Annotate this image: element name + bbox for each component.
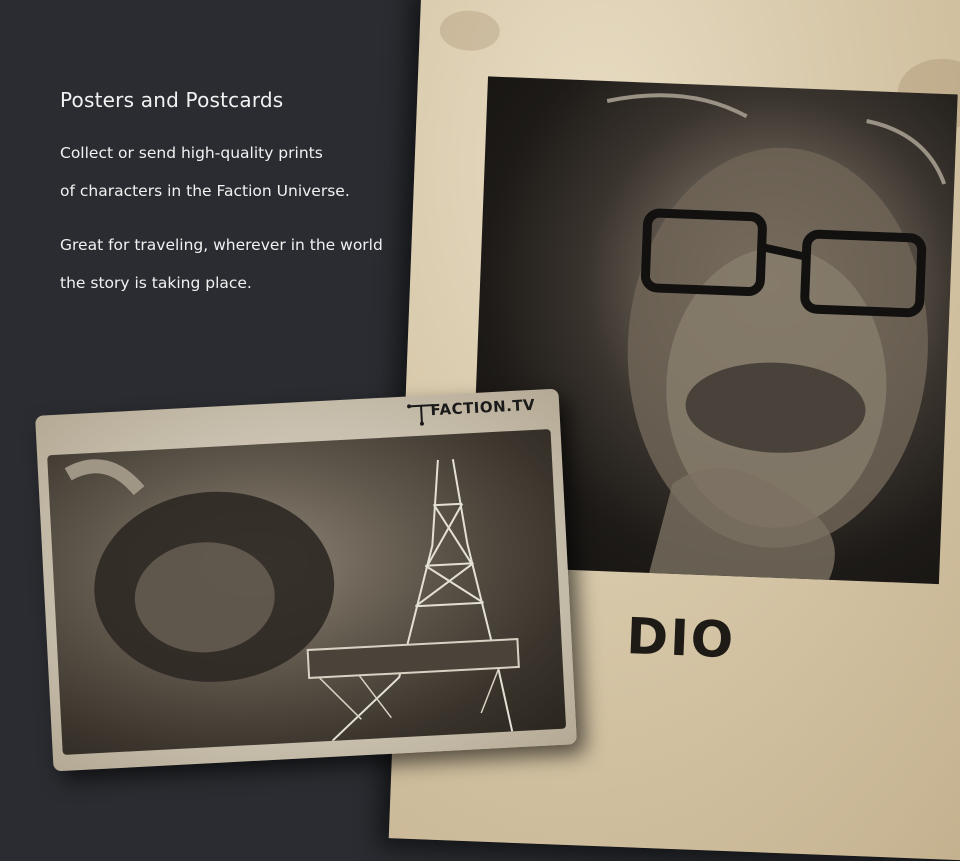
description-paragraph-2: Great for traveling, wherever in the wor… <box>60 226 420 302</box>
section-heading: Posters and Postcards <box>60 88 284 112</box>
poster-character-name: DIO <box>625 607 737 670</box>
paragraph-1-line-1: Collect or send high-quality prints <box>60 144 323 162</box>
paragraph-1-line-2: of characters in the Faction Universe. <box>60 182 350 200</box>
paragraph-2-line-1: Great for traveling, wherever in the wor… <box>60 236 383 254</box>
eiffel-tower-illustration <box>64 458 520 742</box>
description-paragraph-1: Collect or send high-quality prints of c… <box>60 134 420 210</box>
intro-section: Posters and Postcards Collect or send hi… <box>60 88 420 318</box>
paragraph-2-line-2: the story is taking place. <box>60 274 252 292</box>
postcard-image <box>47 429 567 755</box>
eiffel-tower-postcard: FACTION.TV <box>35 388 577 772</box>
postcard-brand-logo: FACTION.TV <box>430 395 536 420</box>
paper-stain <box>439 9 501 52</box>
